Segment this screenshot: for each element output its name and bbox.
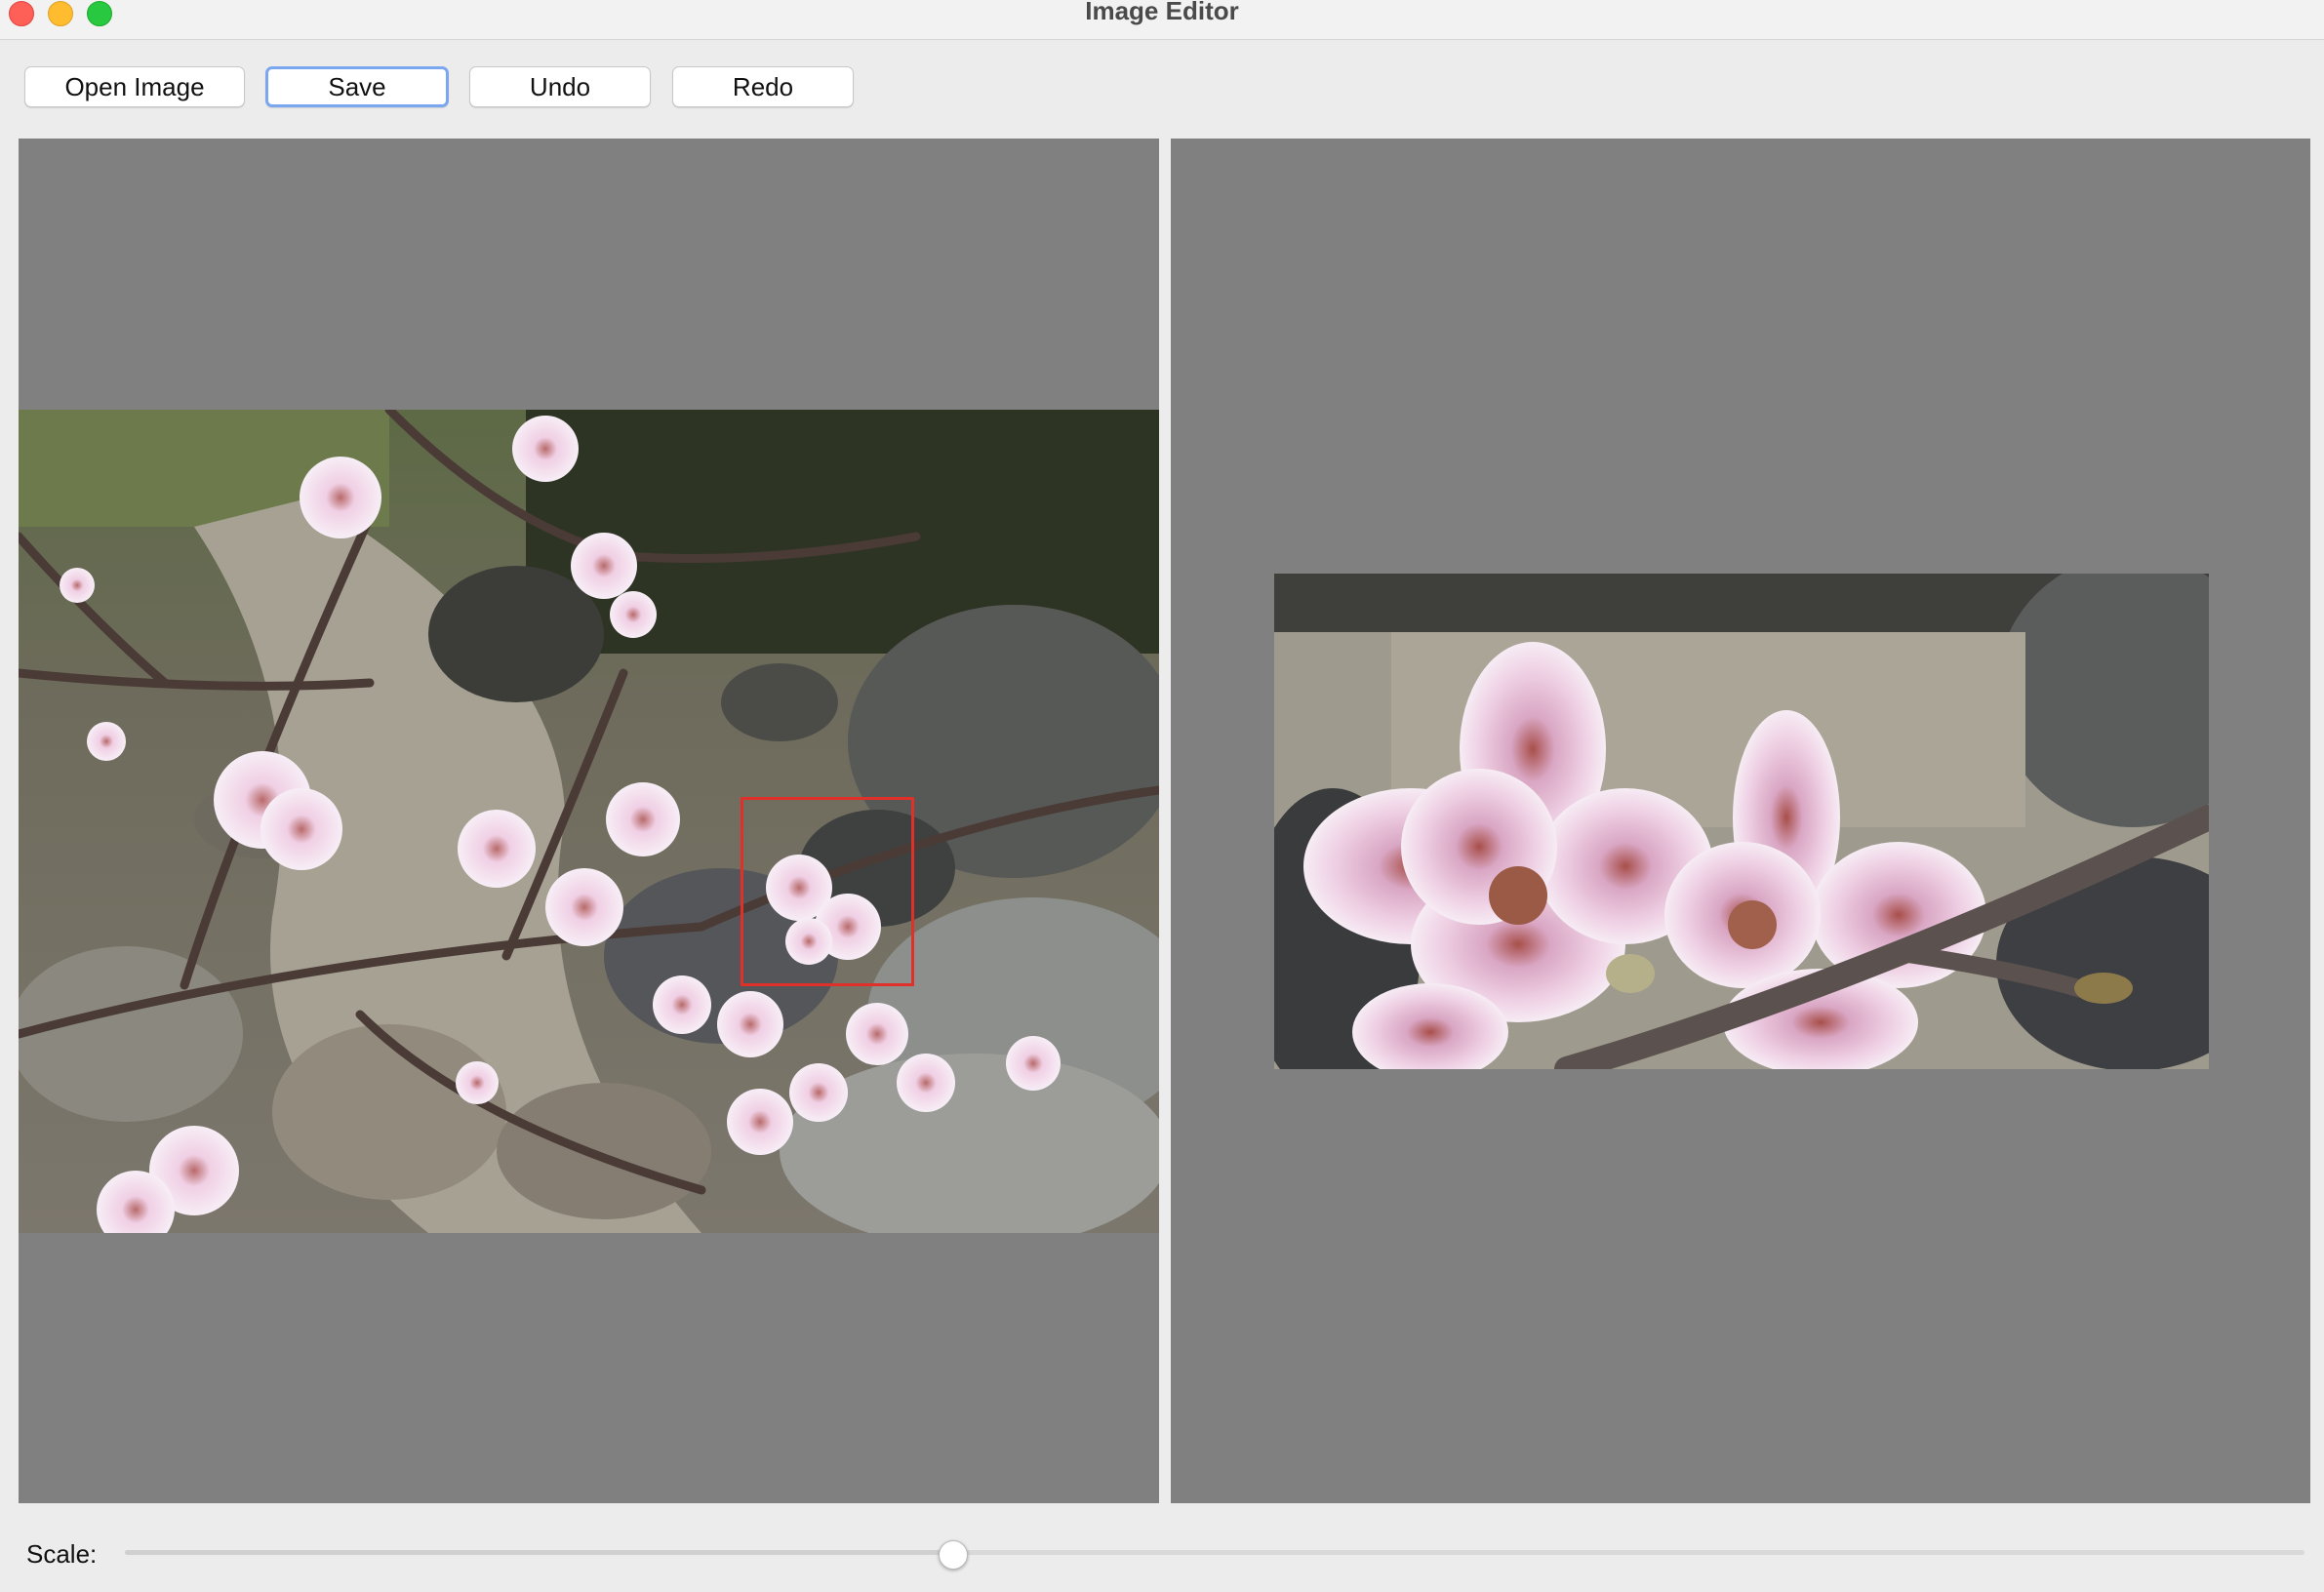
original-image[interactable] — [19, 410, 1159, 1233]
undo-button[interactable]: Undo — [469, 66, 651, 107]
window-title: Image Editor — [1085, 0, 1239, 25]
title-bar: Image Editor — [0, 0, 2324, 40]
scale-slider-track[interactable] — [125, 1550, 2304, 1555]
preview-image — [1274, 574, 2209, 1069]
scale-slider-thumb[interactable] — [938, 1540, 968, 1570]
blossom-closeup — [1274, 574, 2209, 1069]
preview-canvas — [1171, 139, 2310, 1503]
original-canvas[interactable] — [19, 139, 1159, 1503]
save-button[interactable]: Save — [265, 66, 449, 107]
scale-label: Scale: — [26, 1539, 98, 1569]
scale-slider-fill — [125, 1550, 953, 1555]
open-image-button[interactable]: Open Image — [24, 66, 245, 107]
redo-button[interactable]: Redo — [672, 66, 854, 107]
crop-selection-rectangle[interactable] — [741, 797, 914, 986]
cherry-blossom-photo — [19, 410, 1159, 1233]
